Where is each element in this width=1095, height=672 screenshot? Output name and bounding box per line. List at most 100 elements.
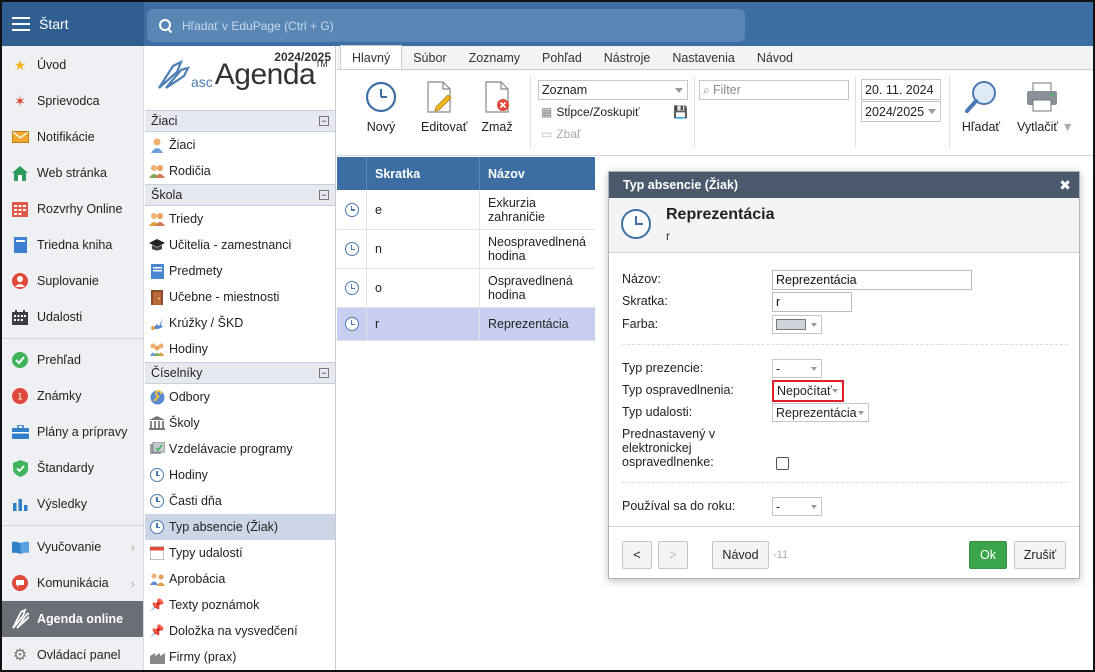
edit-button[interactable]: Editovať [421, 80, 467, 134]
presence-select[interactable]: - [772, 359, 822, 378]
nav-vyucovanie[interactable]: Vyučovanie › [2, 529, 143, 565]
sidebar-item-typy-udalosti[interactable]: Typy udalostí [145, 540, 335, 566]
view-select[interactable]: Zoznam [538, 80, 688, 100]
columns-button[interactable]: ▦ Stĺpce/Zoskupiť 💾 [541, 105, 691, 119]
sidebar-item-typ-absencie[interactable]: Typ absencie (Žiak) [145, 514, 335, 540]
nav-suplovanie[interactable]: Suplovanie [2, 263, 143, 299]
event-type-select[interactable]: Reprezentácia [772, 403, 869, 422]
school-year-select[interactable]: 2024/2025 [861, 101, 941, 122]
nav-separator [2, 525, 143, 526]
cancel-button[interactable]: Zrušiť [1014, 541, 1066, 569]
next-button[interactable]: > [658, 541, 688, 569]
color-select[interactable] [772, 315, 822, 334]
filter-field[interactable]: ⌕ Filter [699, 80, 849, 100]
sidebar-item-casti-dna[interactable]: Časti dňa [145, 488, 335, 514]
sidebar-item-firmy[interactable]: Firmy (prax) [145, 644, 335, 670]
search-button[interactable]: Hľadať [961, 80, 1001, 134]
approval-icon [149, 571, 165, 587]
name-input[interactable]: Reprezentácia [772, 270, 972, 290]
global-search-input[interactable] [182, 18, 722, 33]
nav-notifikacie[interactable]: Notifikácie [2, 119, 143, 155]
delete-button[interactable]: Zmaž [479, 80, 515, 134]
pushpin-icon: 📌 [149, 624, 165, 638]
nav-prehlad[interactable]: Prehľad [2, 342, 143, 378]
excuse-type-select[interactable]: Nepočítať [772, 380, 844, 402]
start-button[interactable]: Štart [2, 2, 144, 46]
tab-pohlad[interactable]: Pohľad [531, 47, 593, 69]
sidebar-item-vzdelavacie[interactable]: Vzdelávacie programy [145, 436, 335, 462]
nav-uvod[interactable]: ★ Úvod [2, 47, 143, 83]
sidebar-item-triedy[interactable]: Triedy [145, 206, 335, 232]
new-button[interactable]: Nový [363, 80, 399, 134]
collapse-icon[interactable]: − [319, 190, 329, 200]
delete-document-icon [480, 80, 514, 114]
nav-vysledky[interactable]: Výsledky [2, 486, 143, 522]
sidebar-item-ucebne[interactable]: Učebne - miestnosti [145, 284, 335, 310]
table-header: Skratka Názov [337, 157, 595, 190]
sidebar-item-aprobacia[interactable]: Aprobácia [145, 566, 335, 592]
table-row[interactable]: o Ospravedlnená hodina [337, 269, 595, 308]
nav-komunikacia[interactable]: Komunikácia › [2, 565, 143, 601]
tab-zoznamy[interactable]: Zoznamy [458, 47, 531, 69]
label-nazov: Názov: [622, 272, 661, 286]
dialog-titlebar[interactable]: Typ absencie (Žiak) ✖ [609, 172, 1079, 198]
nav-udalosti[interactable]: Udalosti [2, 299, 143, 335]
chevron-down-icon [858, 411, 864, 415]
header-nazov[interactable]: Názov [480, 157, 595, 190]
date-field[interactable]: 20. 11. 2024 [861, 79, 941, 100]
tab-nastroje[interactable]: Nástroje [593, 47, 662, 69]
save-icon[interactable]: 💾 [673, 105, 688, 119]
group-skola[interactable]: Škola − [145, 184, 335, 206]
table-row[interactable]: e Exkurzia zahraničie [337, 190, 595, 230]
nav-znamky[interactable]: 1 Známky [2, 378, 143, 414]
sidebar-item-rodicia[interactable]: Rodičia [145, 158, 335, 184]
global-search[interactable] [147, 9, 745, 42]
code-input[interactable]: r [772, 292, 852, 312]
sidebar-item-ciselnik-hodiny[interactable]: Hodiny [145, 462, 335, 488]
shield-icon [11, 459, 29, 477]
dropdown-arrow-icon[interactable]: ▼ [1062, 120, 1074, 134]
collapse-icon[interactable]: − [319, 368, 329, 378]
sidebar-item-skoly[interactable]: Školy [145, 410, 335, 436]
header-skratka[interactable]: Skratka [367, 157, 480, 190]
ok-button[interactable]: Ok [969, 541, 1007, 569]
calendar-icon [149, 545, 165, 561]
print-button[interactable]: Vytlačiť ▼ [1017, 80, 1075, 134]
sidebar-item-texty-poznamok[interactable]: 📌 Texty poznámok [145, 592, 335, 618]
sidebar-item-dolozka[interactable]: 📌 Doložka na vysvedčení [145, 618, 335, 644]
prev-button[interactable]: < [622, 541, 652, 569]
tab-subor[interactable]: Súbor [402, 47, 457, 69]
collapse-button[interactable]: ▭ Zbaľ [541, 127, 581, 141]
nav-web[interactable]: Web stránka [2, 155, 143, 191]
nav-triedna-kniha[interactable]: Triedna kniha [2, 227, 143, 263]
sidebar-item-predmety[interactable]: Predmety [145, 258, 335, 284]
help-button[interactable]: Návod [712, 541, 769, 569]
sidebar-item-ziaci[interactable]: Žiaci [145, 132, 335, 158]
close-icon[interactable]: ✖ [1059, 177, 1071, 194]
nav-plany[interactable]: Plány a prípravy [2, 414, 143, 450]
nav-sprievodca[interactable]: ✶ Sprievodca [2, 83, 143, 119]
table-row-selected[interactable]: r Reprezentácia [337, 308, 595, 341]
magnifier-icon [964, 80, 998, 114]
tab-navod[interactable]: Návod [746, 47, 804, 69]
default-excuse-checkbox[interactable] [776, 457, 789, 470]
nav-standardy[interactable]: Štandardy [2, 450, 143, 486]
nav-ovladaci-panel[interactable]: ⚙ Ovládací panel [2, 637, 143, 670]
svg-text:1: 1 [17, 393, 23, 403]
sidebar-item-kruzky[interactable]: Krúžky / ŠKD [145, 310, 335, 336]
tab-nastavenia[interactable]: Nastavenia [661, 47, 746, 69]
open-book-icon [11, 538, 29, 556]
sidebar-item-odbory[interactable]: Odbory [145, 384, 335, 410]
used-until-select[interactable]: - [772, 497, 822, 516]
new-clock-icon [364, 80, 398, 114]
collapse-icon[interactable]: − [319, 116, 329, 126]
sidebar-item-ucitelia[interactable]: Učitelia - zamestnanci [145, 232, 335, 258]
table-row[interactable]: n Neospravedlnená hodina [337, 230, 595, 269]
nav-rozvrhy[interactable]: Rozvrhy Online [2, 191, 143, 227]
sidebar-item-hodiny[interactable]: Hodiny [145, 336, 335, 362]
nav-agenda-online[interactable]: Agenda online [2, 601, 143, 637]
label-prednastaveny: Prednastavený v elektronickej ospravedln… [622, 427, 716, 469]
group-ziaci[interactable]: Žiaci − [145, 110, 335, 132]
group-ciselniky[interactable]: Číselníky − [145, 362, 335, 384]
tab-hlavny[interactable]: Hlavný [340, 45, 403, 69]
